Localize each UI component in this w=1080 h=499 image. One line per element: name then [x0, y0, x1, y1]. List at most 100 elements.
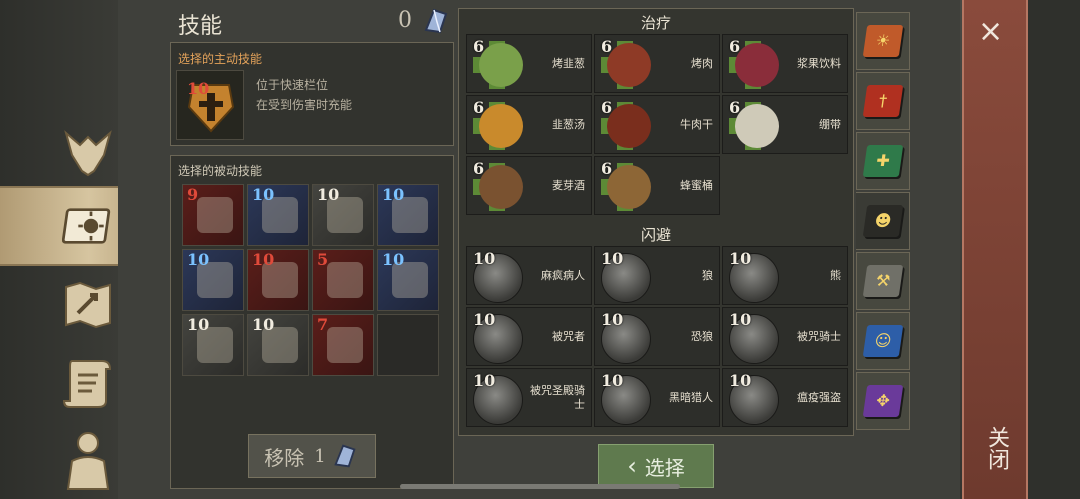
- passive-skill-header: 选择的被动技能: [178, 164, 263, 178]
- item-level: 6: [601, 37, 613, 56]
- passive-skill-slot[interactable]: 10: [377, 249, 439, 311]
- healing-item[interactable]: 6 烤韭葱: [466, 34, 592, 93]
- passive-skill-slot[interactable]: [377, 314, 439, 376]
- food-icon: [735, 43, 779, 87]
- item-name: 狼: [702, 268, 713, 282]
- item-level: 10: [729, 249, 752, 268]
- passive-skill-level: 10: [187, 315, 210, 334]
- food-icon: [735, 104, 779, 148]
- select-button[interactable]: ‹ 选择: [598, 444, 714, 488]
- item-level: 10: [473, 310, 496, 329]
- passive-skill-slot[interactable]: 9: [182, 184, 244, 246]
- passive-skill-slot[interactable]: 7: [312, 314, 374, 376]
- active-skill-desc-2: 在受到伤害时充能: [256, 98, 353, 112]
- dodge-grid: 10 麻疯病人 10 狼 10 熊 10 被咒者 10 恐狼 10 被咒骑士 10 被咒圣殿骑士 10 黑暗猎…: [466, 246, 848, 430]
- passive-skill-slot[interactable]: 10: [182, 314, 244, 376]
- active-skill-level: 10: [187, 79, 210, 98]
- item-name: 被咒者: [552, 329, 585, 343]
- tab-attack[interactable]: †: [856, 72, 910, 130]
- passive-skill-level: 7: [317, 315, 329, 334]
- item-level: 10: [729, 310, 752, 329]
- dodge-item[interactable]: 10 麻疯病人: [466, 246, 592, 305]
- item-level: 6: [473, 98, 485, 117]
- passive-skill-slot[interactable]: 10: [247, 314, 309, 376]
- item-name: 韭葱汤: [552, 117, 585, 131]
- passive-skill-level: 10: [252, 315, 275, 334]
- feather-icon: [197, 197, 233, 233]
- character-icon: [66, 432, 110, 490]
- dodge-item[interactable]: 10 瘟疫强盗: [722, 368, 848, 427]
- item-name: 被咒圣殿骑士: [530, 383, 585, 411]
- passive-skill-slot[interactable]: 10: [182, 249, 244, 311]
- dodge-item[interactable]: 10 熊: [722, 246, 848, 305]
- dodge-title: 闪避: [640, 226, 671, 244]
- active-skill-desc-1: 位于快速栏位: [256, 78, 329, 92]
- close-label[interactable]: 关闭: [982, 426, 1009, 470]
- dodge-item[interactable]: 10 黑暗猎人: [594, 368, 720, 427]
- tab-stealth[interactable]: ☺: [856, 312, 910, 370]
- passive-skill-slot[interactable]: 10: [247, 249, 309, 311]
- dodge-item[interactable]: 10 被咒骑士: [722, 307, 848, 366]
- dodge-item[interactable]: 10 狼: [594, 246, 720, 305]
- item-name: 浆果饮料: [797, 56, 841, 70]
- sun-book-icon: [62, 208, 111, 244]
- passive-skill-slot[interactable]: 10: [247, 184, 309, 246]
- passive-skill-level: 10: [252, 185, 275, 204]
- food-icon: [479, 104, 523, 148]
- item-level: 10: [473, 371, 496, 390]
- dodge-item[interactable]: 10 被咒圣殿骑士: [466, 368, 592, 427]
- tab-general[interactable]: ☀: [856, 12, 910, 70]
- passive-skill-slot[interactable]: 5: [312, 249, 374, 311]
- tab-defense[interactable]: ☻: [856, 192, 910, 250]
- item-name: 黑暗猎人: [669, 390, 713, 404]
- item-name: 麦芽酒: [552, 178, 585, 192]
- healing-item[interactable]: 6 蜂蜜桶: [594, 156, 720, 215]
- item-name: 被咒骑士: [797, 329, 841, 343]
- item-name: 绷带: [819, 117, 841, 131]
- scroll-icon: [62, 360, 112, 408]
- healing-item[interactable]: 6 浆果饮料: [722, 34, 848, 93]
- item-name: 恐狼: [691, 329, 713, 343]
- chevron-left-icon: ‹: [627, 452, 637, 480]
- remove-button[interactable]: 移除 1: [248, 434, 376, 478]
- healing-item[interactable]: 6 麦芽酒: [466, 156, 592, 215]
- passive-skill-level: 10: [252, 250, 275, 269]
- passive-skill-grid: 9 10 10 10 10 10 5 10 10 10 7: [182, 184, 442, 380]
- map-icon: [65, 281, 111, 329]
- passive-skill-slot[interactable]: 10: [377, 184, 439, 246]
- tab-crafting[interactable]: ⚒: [856, 252, 910, 310]
- close-icon[interactable]: ×: [978, 14, 1003, 49]
- item-name: 烤韭葱: [552, 56, 585, 70]
- item-name: 麻疯病人: [541, 268, 585, 282]
- club-icon: [327, 327, 363, 363]
- close-panel[interactable]: [962, 0, 1028, 499]
- item-level: 6: [729, 37, 741, 56]
- healing-item[interactable]: 6 烤肉: [594, 34, 720, 93]
- page-title: 技能: [178, 14, 223, 39]
- healing-item[interactable]: 6 牛肉干: [594, 95, 720, 154]
- food-icon: [479, 43, 523, 87]
- passive-skill-slot[interactable]: 10: [312, 184, 374, 246]
- skill-points-count: 0: [398, 8, 412, 33]
- active-skill-slot[interactable]: 10: [176, 70, 244, 140]
- food-icon: [607, 104, 651, 148]
- healing-item[interactable]: 6 韭葱汤: [466, 95, 592, 154]
- passive-skill-level: 10: [187, 250, 210, 269]
- active-skill-header: 选择的主动技能: [178, 52, 263, 66]
- tab-movement[interactable]: ✥: [856, 372, 910, 430]
- item-level: 6: [601, 159, 613, 178]
- dodge-item[interactable]: 10 恐狼: [594, 307, 720, 366]
- food-icon: [479, 165, 523, 209]
- item-level: 10: [601, 249, 624, 268]
- scroll-indicator[interactable]: [400, 484, 680, 489]
- remove-label: 移除: [264, 445, 305, 470]
- item-name: 熊: [830, 268, 841, 282]
- dodge-item[interactable]: 10 被咒者: [466, 307, 592, 366]
- item-name: 蜂蜜桶: [680, 178, 713, 192]
- tab-healing[interactable]: ✚: [856, 132, 910, 190]
- mask-book-icon: ☻: [862, 205, 903, 237]
- item-level: 6: [473, 159, 485, 178]
- gem-icon: [334, 444, 356, 468]
- item-level: 10: [601, 371, 624, 390]
- healing-item[interactable]: 6 绷带: [722, 95, 848, 154]
